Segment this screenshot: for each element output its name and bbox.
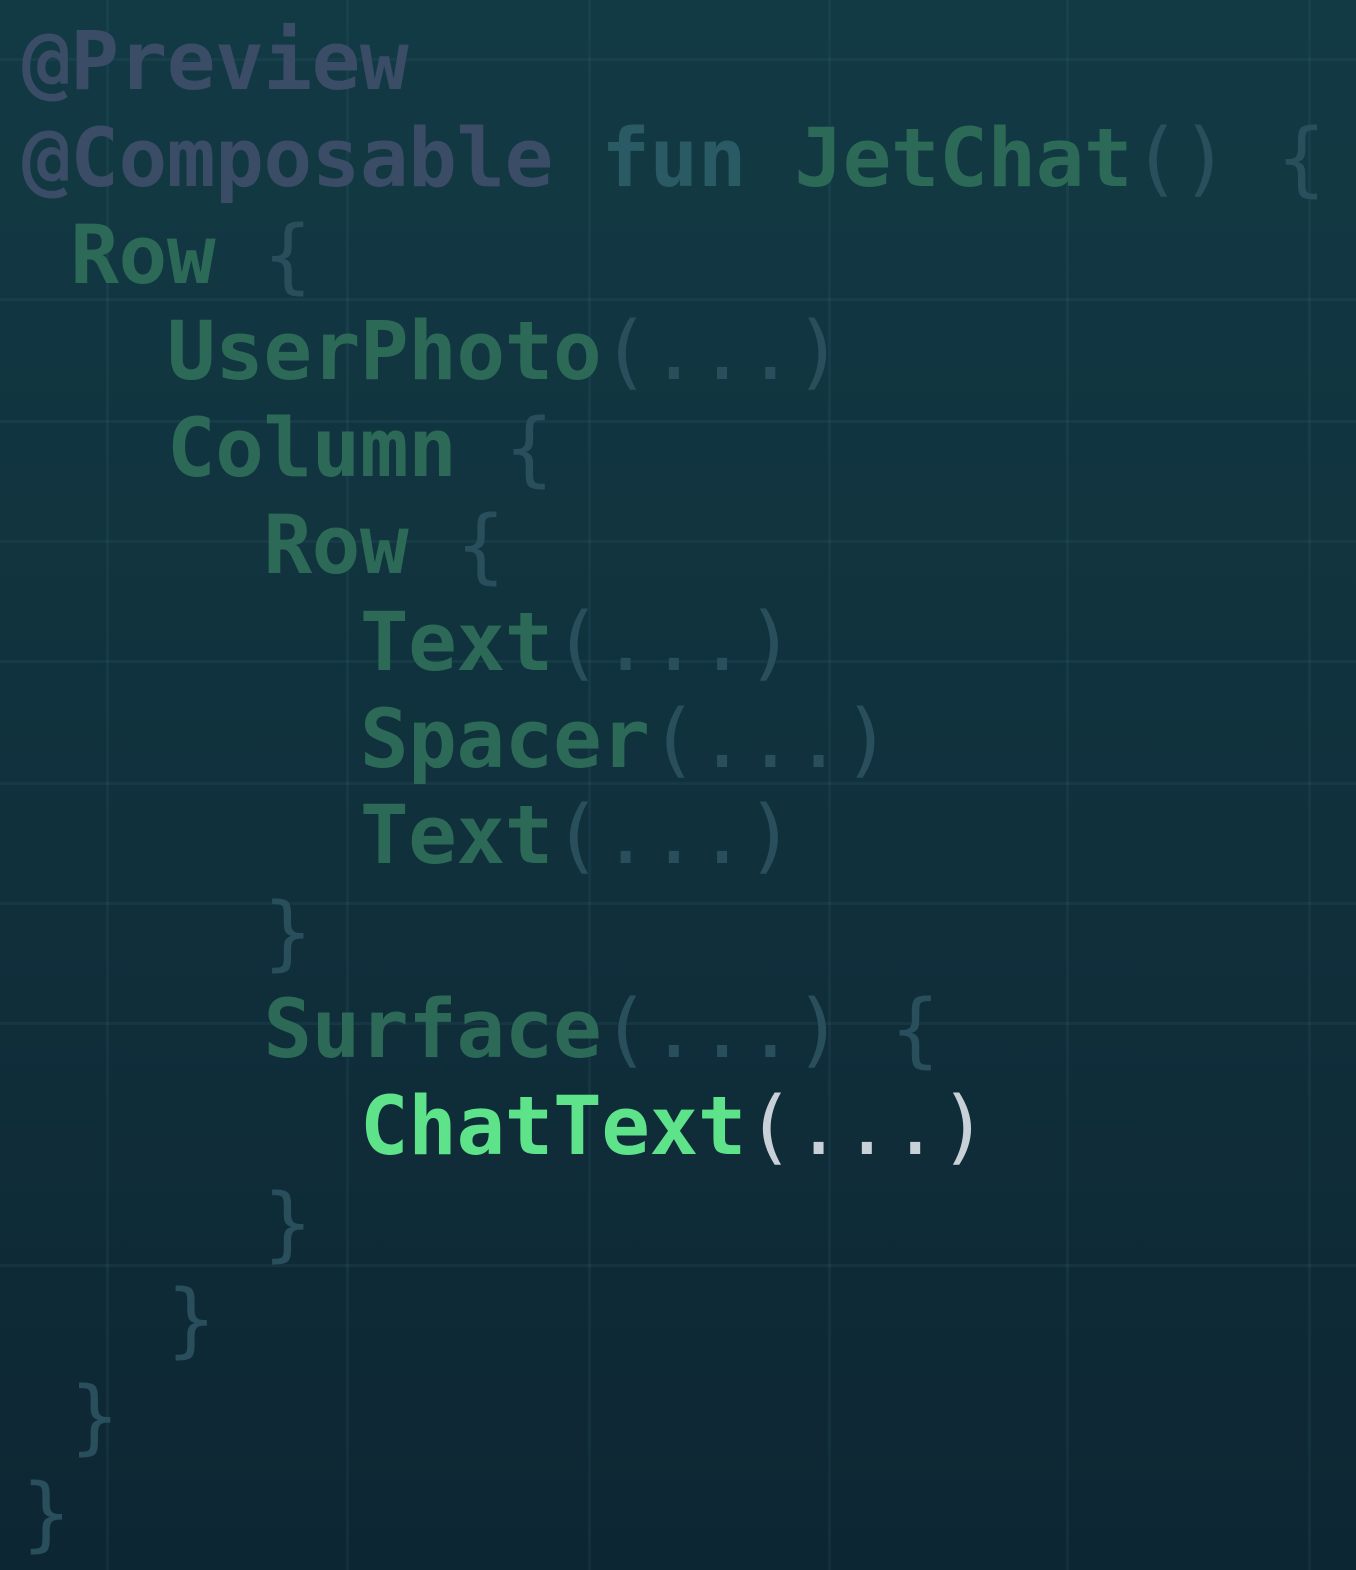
function-name: JetChat bbox=[794, 111, 1133, 206]
code-line-column: Column { bbox=[22, 401, 1325, 498]
code-line-spacer: Spacer(...) bbox=[22, 692, 1325, 789]
open-brace: { bbox=[408, 498, 505, 593]
composable-surface: Surface bbox=[263, 982, 602, 1077]
code-line-close-function: } bbox=[22, 1466, 1325, 1563]
composable-row-outer: Row bbox=[70, 208, 216, 303]
open-brace: { bbox=[456, 402, 554, 497]
code-block: @Preview @Composable fun JetChat() { Row … bbox=[22, 14, 1326, 1563]
code-line-close-row-outer: } bbox=[22, 1369, 1325, 1466]
code-line-text-2: Text(...) bbox=[22, 788, 1325, 885]
code-line-preview-annotation: @Preview bbox=[22, 14, 1325, 111]
close-brace: } bbox=[70, 1370, 119, 1465]
args-ellipsis: (...) bbox=[552, 595, 795, 690]
composable-text-1: Text bbox=[359, 595, 554, 690]
composable-spacer: Spacer bbox=[359, 692, 650, 787]
code-line-userphoto: UserPhoto(...) bbox=[22, 304, 1325, 401]
composable-column: Column bbox=[166, 402, 457, 497]
function-signature-punctuation: () { bbox=[1132, 111, 1326, 206]
annotation-preview: @Preview bbox=[22, 15, 409, 109]
close-brace: } bbox=[166, 1273, 216, 1368]
code-line-close-row-inner: } bbox=[22, 885, 1325, 982]
open-brace: { bbox=[215, 208, 312, 303]
annotation-composable: @Composable bbox=[22, 111, 553, 206]
composable-userphoto: UserPhoto bbox=[166, 305, 602, 400]
args-ellipsis: (...) bbox=[649, 692, 891, 787]
args-ellipsis: (...) bbox=[601, 305, 843, 400]
close-brace: } bbox=[263, 1176, 312, 1271]
code-line-row-inner: Row { bbox=[22, 498, 1325, 595]
code-line-close-surface: } bbox=[22, 1176, 1325, 1273]
code-line-row-outer: Row { bbox=[22, 208, 1325, 305]
composable-text-2: Text bbox=[359, 789, 554, 884]
close-brace: } bbox=[263, 886, 312, 981]
code-line-text-1: Text(...) bbox=[22, 595, 1325, 692]
composable-row-inner: Row bbox=[263, 498, 409, 593]
code-line-composable-declaration: @Composable fun JetChat() { bbox=[22, 111, 1326, 208]
keyword-fun: fun bbox=[601, 111, 747, 206]
args-ellipsis: (...) bbox=[746, 1079, 988, 1174]
code-line-chattext-highlighted: ChatText(...) bbox=[22, 1079, 1325, 1176]
args-ellipsis-open-brace: (...) { bbox=[601, 982, 940, 1077]
composable-chattext: ChatText bbox=[359, 1079, 747, 1174]
args-ellipsis: (...) bbox=[552, 789, 795, 884]
code-line-surface: Surface(...) { bbox=[22, 982, 1325, 1079]
code-line-close-column: } bbox=[22, 1272, 1325, 1369]
close-brace: } bbox=[22, 1466, 71, 1561]
